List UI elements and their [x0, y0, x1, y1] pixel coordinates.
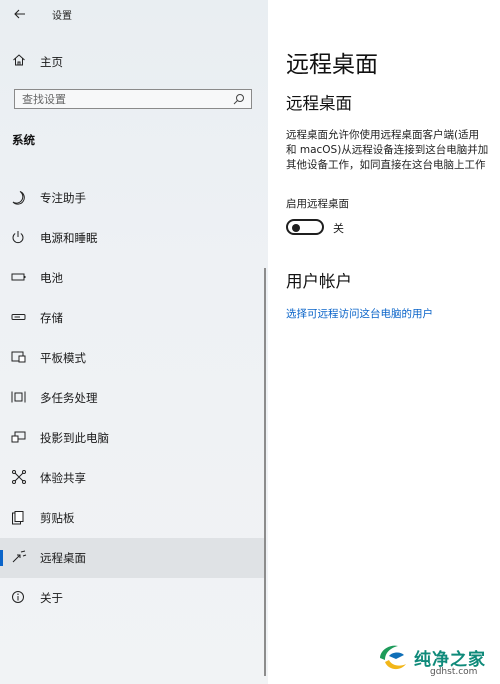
sidebar-item-storage[interactable]: 存储 — [0, 298, 264, 338]
sidebar-item-label: 投影到此电脑 — [40, 431, 109, 445]
description-line: 远程桌面允许你使用远程桌面客户端(适用 — [286, 129, 480, 141]
remote-desktop-icon — [11, 550, 27, 566]
description: 远程桌面允许你使用远程桌面客户端(适用 和 macOS)从远程设备连接到这台电脑… — [286, 128, 500, 173]
storage-icon — [11, 310, 27, 326]
sidebar-item-label: 多任务处理 — [40, 391, 98, 405]
user-accounts-heading: 用户帐户 — [286, 272, 352, 291]
sidebar-item-shared-experiences[interactable]: 体验共享 — [0, 458, 264, 498]
moon-icon — [11, 190, 27, 206]
sidebar-item-label: 体验共享 — [40, 471, 86, 485]
shared-experiences-icon — [11, 470, 27, 486]
description-line: 其他设备工作，如同直接在这台电脑上工作 — [286, 159, 486, 171]
description-line: 和 macOS)从远程设备连接到这台电脑并加 — [286, 144, 489, 156]
sidebar: 设置 主页 系统 专注助手 电源和睡眠 — [0, 0, 268, 684]
tablet-mode-icon — [11, 350, 27, 366]
sidebar-item-label: 存储 — [40, 311, 63, 325]
app-title: 设置 — [52, 11, 72, 22]
info-icon — [11, 590, 27, 606]
back-arrow-icon — [14, 9, 25, 19]
sidebar-item-about[interactable]: 关于 — [0, 578, 264, 618]
toggle-state-text: 关 — [333, 222, 344, 235]
home-nav-item[interactable]: 主页 — [0, 48, 268, 74]
search-input[interactable] — [22, 92, 222, 106]
sidebar-item-project-to-pc[interactable]: 投影到此电脑 — [0, 418, 264, 458]
sidebar-item-label: 剪贴板 — [40, 511, 75, 525]
sidebar-item-remote-desktop[interactable]: 远程桌面 — [0, 538, 264, 578]
sidebar-item-label: 专注助手 — [40, 191, 86, 205]
sidebar-item-label: 平板模式 — [40, 351, 86, 365]
sidebar-item-label: 电源和睡眠 — [40, 231, 98, 245]
back-button[interactable] — [8, 4, 32, 24]
toggle-knob — [292, 224, 300, 232]
search-icon[interactable] — [233, 93, 245, 105]
watermark-logo — [376, 640, 410, 674]
search-box[interactable] — [14, 89, 252, 109]
power-icon — [11, 230, 27, 246]
sidebar-item-label: 关于 — [40, 591, 63, 605]
watermark-url: gdhst.com — [430, 667, 478, 677]
selection-indicator — [0, 550, 3, 566]
sidebar-item-multitasking[interactable]: 多任务处理 — [0, 378, 264, 418]
home-label: 主页 — [40, 55, 63, 69]
sidebar-item-tablet-mode[interactable]: 平板模式 — [0, 338, 264, 378]
sidebar-item-power-sleep[interactable]: 电源和睡眠 — [0, 218, 264, 258]
project-icon — [11, 430, 27, 446]
sidebar-item-clipboard[interactable]: 剪贴板 — [0, 498, 264, 538]
sidebar-scrollbar[interactable] — [264, 268, 266, 676]
remote-desktop-toggle[interactable] — [286, 219, 324, 235]
toggle-label: 启用远程桌面 — [286, 198, 349, 210]
sidebar-item-focus-assist[interactable]: 专注助手 — [0, 178, 264, 218]
clipboard-icon — [11, 510, 27, 526]
sidebar-item-battery[interactable]: 电池 — [0, 258, 264, 298]
section-heading: 远程桌面 — [286, 94, 352, 113]
main-content: 远程桌面 远程桌面 远程桌面允许你使用远程桌面客户端(适用 和 macOS)从远… — [268, 0, 500, 684]
multitasking-icon — [11, 390, 27, 406]
battery-icon — [11, 270, 27, 286]
section-title: 系统 — [12, 133, 35, 147]
title-bar: 设置 — [0, 0, 268, 30]
sidebar-item-label: 远程桌面 — [40, 551, 86, 565]
sidebar-item-label: 电池 — [40, 271, 63, 285]
home-icon — [12, 53, 28, 69]
select-users-link[interactable]: 选择可远程访问这台电脑的用户 — [286, 306, 433, 321]
page-title: 远程桌面 — [286, 52, 378, 78]
